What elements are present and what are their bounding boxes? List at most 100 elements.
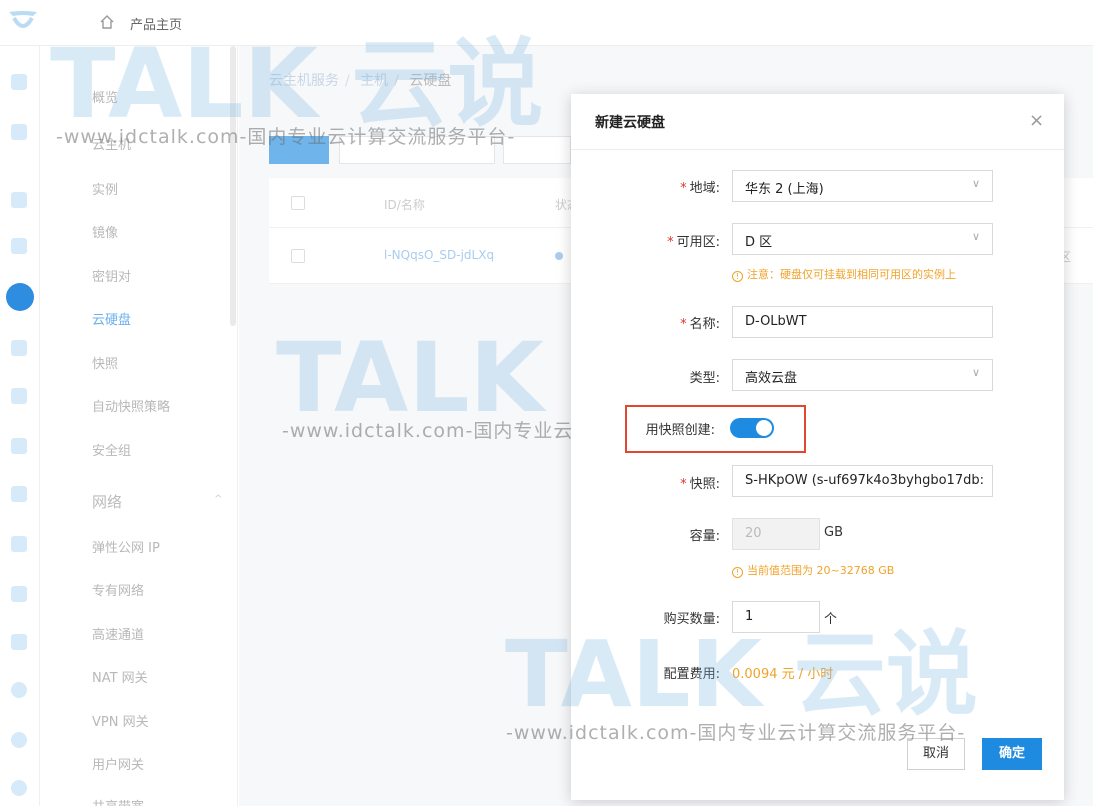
snapshot-create-label-text: 用快照创建: xyxy=(645,423,715,438)
row-checkbox[interactable] xyxy=(291,249,305,263)
filter-icon[interactable] xyxy=(11,238,27,254)
billing-icon[interactable] xyxy=(11,124,27,140)
compute-icon[interactable] xyxy=(11,74,27,90)
database-icon[interactable] xyxy=(11,634,27,650)
cancel-button[interactable]: 取消 xyxy=(907,738,965,770)
type-select[interactable]: 高效云盘 ∨ xyxy=(732,359,993,391)
column-header-id: ID/名称 xyxy=(384,198,425,212)
zone-label: * 可用区: xyxy=(667,235,720,250)
sidebar-scrollbar[interactable] xyxy=(230,46,236,326)
home-icon[interactable] xyxy=(100,15,114,29)
storage-icon[interactable] xyxy=(11,586,27,602)
close-icon[interactable]: × xyxy=(1029,110,1044,131)
nav-item-security-group[interactable]: 安全组 xyxy=(92,440,131,459)
logo-icon[interactable] xyxy=(6,8,40,36)
name-label: * 名称: xyxy=(680,317,720,332)
cloud-host-icon[interactable] xyxy=(6,283,34,311)
quantity-label-text: 购买数量: xyxy=(663,612,720,627)
nav-item-instances[interactable]: 实例 xyxy=(92,179,118,198)
snapshot-create-label: 用快照创建: xyxy=(646,419,715,438)
zone-hint-text: 注意：硬盘仅可挂载到相同可用区的实例上 xyxy=(747,268,956,281)
dialog-header: 新建云硬盘 × xyxy=(571,94,1064,150)
nav-item-nat-gateway[interactable]: NAT 网关 xyxy=(92,667,148,686)
chevron-up-icon[interactable]: ^ xyxy=(214,494,222,505)
fee-label: 配置费用: xyxy=(664,663,720,682)
zone-select[interactable]: D 区 ∨ xyxy=(732,223,993,255)
chevron-down-icon: ∨ xyxy=(971,366,980,379)
nav-group-network[interactable]: 网络 xyxy=(92,491,122,512)
disk-id-link[interactable]: l-NQqsO_SD-jdLXq xyxy=(384,248,494,262)
icon-rail xyxy=(0,46,40,806)
status-dot xyxy=(555,252,563,260)
top-bar: 产品主页 xyxy=(0,0,1093,46)
toggle-knob xyxy=(756,420,772,436)
quantity-label: 购买数量: xyxy=(664,608,720,627)
type-value: 高效云盘 xyxy=(745,371,798,386)
select-all-checkbox[interactable] xyxy=(291,196,305,210)
zone-label-text: 可用区: xyxy=(676,235,720,250)
nav-item-eip[interactable]: 弹性公网 IP xyxy=(92,537,160,556)
fee-value: 0.0094 元 / 小时 xyxy=(732,667,834,682)
capacity-label-text: 容量: xyxy=(689,529,720,544)
region-label-text: 地域: xyxy=(689,181,720,196)
capacity-unit: GB xyxy=(824,525,843,540)
nav-item-keypairs[interactable]: 密钥对 xyxy=(92,266,131,285)
sub-navigation: 概览 云主机 实例 镜像 密钥对 云硬盘 快照 自动快照策略 安全组 网络 ^ … xyxy=(40,46,238,806)
region-label: * 地域: xyxy=(680,181,720,196)
monitor-icon[interactable] xyxy=(11,340,27,356)
filter-select[interactable] xyxy=(503,136,571,164)
home-link[interactable]: 产品主页 xyxy=(130,14,182,33)
nav-item-vpn-gateway[interactable]: VPN 网关 xyxy=(92,711,149,730)
snapshot-select[interactable]: S-HKpOW (s-uf697k4o3byhgbo17db: xyxy=(732,465,993,497)
region-value: 华东 2 (上海) xyxy=(745,182,824,197)
warning-icon: ! xyxy=(732,567,743,578)
capacity-value: 20 xyxy=(745,526,762,541)
snapshot-label: * 快照: xyxy=(680,477,720,492)
type-label-text: 类型: xyxy=(689,371,720,386)
nav-item-auto-snapshot-policy[interactable]: 自动快照策略 xyxy=(92,396,170,415)
capacity-hint-text: 当前值范围为 20~32768 GB xyxy=(747,564,895,577)
network-icon[interactable] xyxy=(11,388,27,404)
create-disk-dialog: 新建云硬盘 × * 地域: 华东 2 (上海) ∨ * 可用区: D 区 ∨ ! 注意… xyxy=(571,94,1064,800)
nav-item-shared-bandwidth[interactable]: 共享带宽 xyxy=(92,796,144,806)
action-button[interactable] xyxy=(339,136,495,164)
nav-item-snapshots[interactable]: 快照 xyxy=(92,353,118,372)
quantity-value: 1 xyxy=(745,609,754,624)
fee-label-text: 配置费用: xyxy=(663,667,720,682)
nav-item-images[interactable]: 镜像 xyxy=(92,222,118,241)
nav-item-overview[interactable]: 概览 xyxy=(92,87,118,106)
more-icon[interactable] xyxy=(11,780,27,796)
snapshot-create-toggle[interactable] xyxy=(730,418,774,438)
support-icon[interactable] xyxy=(11,732,27,748)
clock-icon[interactable] xyxy=(11,682,27,698)
cloud-icon[interactable] xyxy=(11,536,27,552)
breadcrumb: 云主机服务 / 主机 / 云硬盘 xyxy=(269,73,452,89)
quantity-unit: 个 xyxy=(824,612,838,627)
quantity-input[interactable]: 1 xyxy=(732,601,820,633)
dashboard-icon[interactable] xyxy=(11,192,27,208)
breadcrumb-item[interactable]: 主机 xyxy=(360,73,388,89)
settings-sliders-icon[interactable] xyxy=(11,438,27,454)
nav-item-cloud-disk[interactable]: 云硬盘 xyxy=(92,309,131,328)
snapshot-value: S-HKpOW (s-uf697k4o3byhgbo17db: xyxy=(745,473,984,488)
chevron-down-icon: ∨ xyxy=(971,230,980,243)
confirm-button[interactable]: 确定 xyxy=(982,738,1042,770)
nav-item-vpc[interactable]: 专有网络 xyxy=(92,580,144,599)
capacity-input: 20 xyxy=(732,518,820,550)
region-select[interactable]: 华东 2 (上海) ∨ xyxy=(732,170,993,202)
create-button[interactable] xyxy=(269,136,329,164)
name-value: D-OLbWT xyxy=(745,314,807,329)
capacity-hint: ! 当前值范围为 20~32768 GB xyxy=(732,562,894,578)
nav-item-express-connect[interactable]: 高速通道 xyxy=(92,624,144,643)
zone-hint: ! 注意：硬盘仅可挂载到相同可用区的实例上 xyxy=(732,266,956,282)
snapshot-label-text: 快照: xyxy=(689,477,720,492)
name-label-text: 名称: xyxy=(689,317,720,332)
nav-item-cloud-host[interactable]: 云主机 xyxy=(92,134,131,153)
name-input[interactable]: D-OLbWT xyxy=(732,306,993,338)
breadcrumb-item[interactable]: 云主机服务 xyxy=(269,73,339,89)
breadcrumb-current: 云硬盘 xyxy=(409,73,452,89)
nav-item-user-gateway[interactable]: 用户网关 xyxy=(92,754,144,773)
media-icon[interactable] xyxy=(11,486,27,502)
capacity-label: 容量: xyxy=(690,525,720,544)
type-label: 类型: xyxy=(690,367,720,386)
